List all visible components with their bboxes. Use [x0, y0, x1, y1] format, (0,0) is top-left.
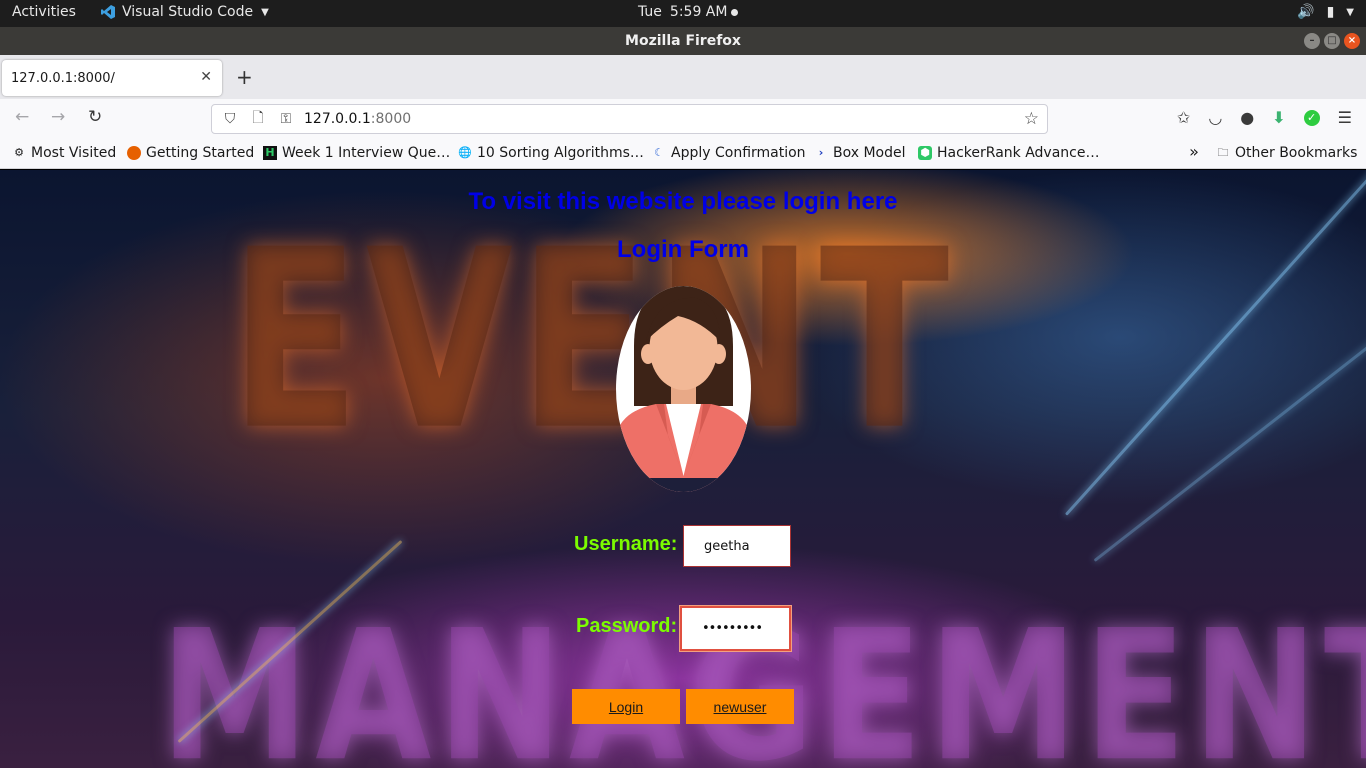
window-title: Mozilla Firefox [625, 33, 741, 49]
volume-icon: 🔊 [1297, 4, 1315, 20]
new-tab-button[interactable]: + [236, 65, 253, 89]
tab-strip: 127.0.0.1:8000/ ✕ + [0, 55, 1366, 99]
bookmark-hackerrank[interactable]: ⬢ HackerRank Advance… [918, 145, 1099, 161]
newuser-button[interactable]: newuser [686, 689, 794, 724]
folder-icon: 🗀 [1217, 146, 1229, 159]
toolbar-buttons: ✩ ◡ ● ⬇ ✓ ☰ [1177, 108, 1352, 127]
bookmark-label: Box Model [833, 145, 906, 161]
bookmark-sorting[interactable]: 🌐 10 Sorting Algorithms… [458, 145, 644, 161]
hamburger-menu-icon[interactable]: ☰ [1338, 108, 1352, 127]
bookmark-most-visited[interactable]: ⚙ Most Visited [12, 145, 116, 161]
url-host: 127.0.0.1 [304, 111, 371, 127]
user-avatar [616, 286, 751, 492]
chevron-down-icon: ▼ [261, 6, 269, 18]
extension-icon[interactable]: ● [1240, 108, 1254, 127]
tab-label: 127.0.0.1:8000/ [11, 70, 115, 86]
chevron-down-icon: ▼ [1346, 6, 1354, 18]
bookmarks-bar: ⚙ Most Visited Getting Started H Week 1 … [0, 139, 1366, 169]
bookmark-star-icon[interactable]: ☆ [1024, 109, 1039, 129]
url-text: 127.0.0.1:8000 [304, 111, 411, 127]
close-tab-icon[interactable]: ✕ [200, 69, 212, 85]
app-name: Visual Studio Code [122, 4, 254, 20]
close-window-button[interactable]: × [1344, 33, 1360, 49]
system-menu[interactable]: 🔊 ▮ ▼ [1297, 4, 1354, 20]
window-titlebar: Mozilla Firefox – □ × [0, 27, 1366, 55]
gear-icon: ⚙ [14, 146, 24, 159]
system-top-bar: Activities Visual Studio Code ▼ Tue 5:59… [0, 0, 1366, 27]
bookmark-label: Apply Confirmation [671, 145, 806, 161]
username-input[interactable]: geetha [683, 525, 791, 567]
light-streak [1093, 301, 1366, 562]
check-extension-icon[interactable]: ✓ [1303, 109, 1320, 126]
notification-dot-icon [731, 8, 739, 16]
moon-icon: ☾ [654, 146, 664, 159]
pocket-icon[interactable]: ◡ [1208, 108, 1222, 127]
back-button[interactable]: ← [15, 107, 29, 127]
username-label: Username: [574, 533, 678, 555]
clock[interactable]: Tue 5:59 AM [638, 4, 739, 20]
download-icon[interactable]: ⬇ [1272, 108, 1285, 127]
form-title: Login Form [617, 236, 749, 263]
reload-button[interactable]: ↻ [88, 107, 102, 127]
reading-list-icon[interactable]: ✩ [1177, 108, 1190, 127]
navigation-bar: ← → ↻ ⛉ 🗋 ⚿ 127.0.0.1:8000 ☆ ✩ ◡ ● ⬇ ✓ ☰ [0, 99, 1366, 139]
vscode-icon [101, 5, 115, 19]
clock-day: Tue [638, 4, 662, 20]
minimize-button[interactable]: – [1304, 33, 1320, 49]
bookmark-label: Week 1 Interview Que… [282, 145, 451, 161]
bookmark-label: Other Bookmarks [1235, 145, 1358, 161]
bookmark-label: Most Visited [31, 145, 117, 161]
firefox-icon [127, 146, 141, 160]
bookmark-label: 10 Sorting Algorithms… [477, 145, 644, 161]
password-label: Password: [576, 615, 678, 637]
bookmark-apply[interactable]: ☾ Apply Confirmation [652, 145, 806, 161]
shield-icon: ⬢ [918, 146, 932, 160]
maximize-button[interactable]: □ [1324, 33, 1340, 49]
password-input[interactable]: ••••••••• [680, 606, 791, 651]
login-notice: To visit this website please login here [468, 188, 898, 215]
url-port: :8000 [370, 111, 412, 127]
bookmark-label: HackerRank Advance… [937, 145, 1100, 161]
prompt-icon: › [818, 146, 824, 159]
bookmark-label: Getting Started [146, 145, 255, 161]
login-button[interactable]: Login [572, 689, 680, 724]
bookmark-getting-started[interactable]: Getting Started [127, 145, 254, 161]
bookmark-other[interactable]: 🗀 Other Bookmarks [1216, 145, 1358, 161]
tab-localhost[interactable]: 127.0.0.1:8000/ ✕ [2, 60, 222, 96]
app-menu[interactable]: Visual Studio Code ▼ [100, 4, 269, 20]
bookmark-week1[interactable]: H Week 1 Interview Que… [263, 145, 450, 161]
forward-button[interactable]: → [51, 107, 65, 127]
hackerrank-icon: H [263, 146, 277, 160]
shield-icon[interactable]: ⛉ [220, 111, 240, 127]
page-content: EVENT MANAGEMENT To visit this website p… [0, 170, 1366, 768]
clock-time: 5:59 AM [669, 4, 728, 20]
more-bookmarks-button[interactable]: » [1187, 142, 1201, 161]
activities-button[interactable]: Activities [12, 4, 76, 20]
key-icon[interactable]: ⚿ [276, 111, 296, 127]
chevron-double-right-icon: » [1189, 142, 1199, 161]
bookmark-box-model[interactable]: › Box Model [814, 145, 906, 161]
page-icon: 🗋 [252, 110, 264, 126]
globe-icon: 🌐 [458, 146, 472, 159]
battery-icon: ▮ [1326, 4, 1335, 20]
url-bar[interactable]: ⛉ 🗋 ⚿ 127.0.0.1:8000 ☆ [211, 104, 1048, 134]
